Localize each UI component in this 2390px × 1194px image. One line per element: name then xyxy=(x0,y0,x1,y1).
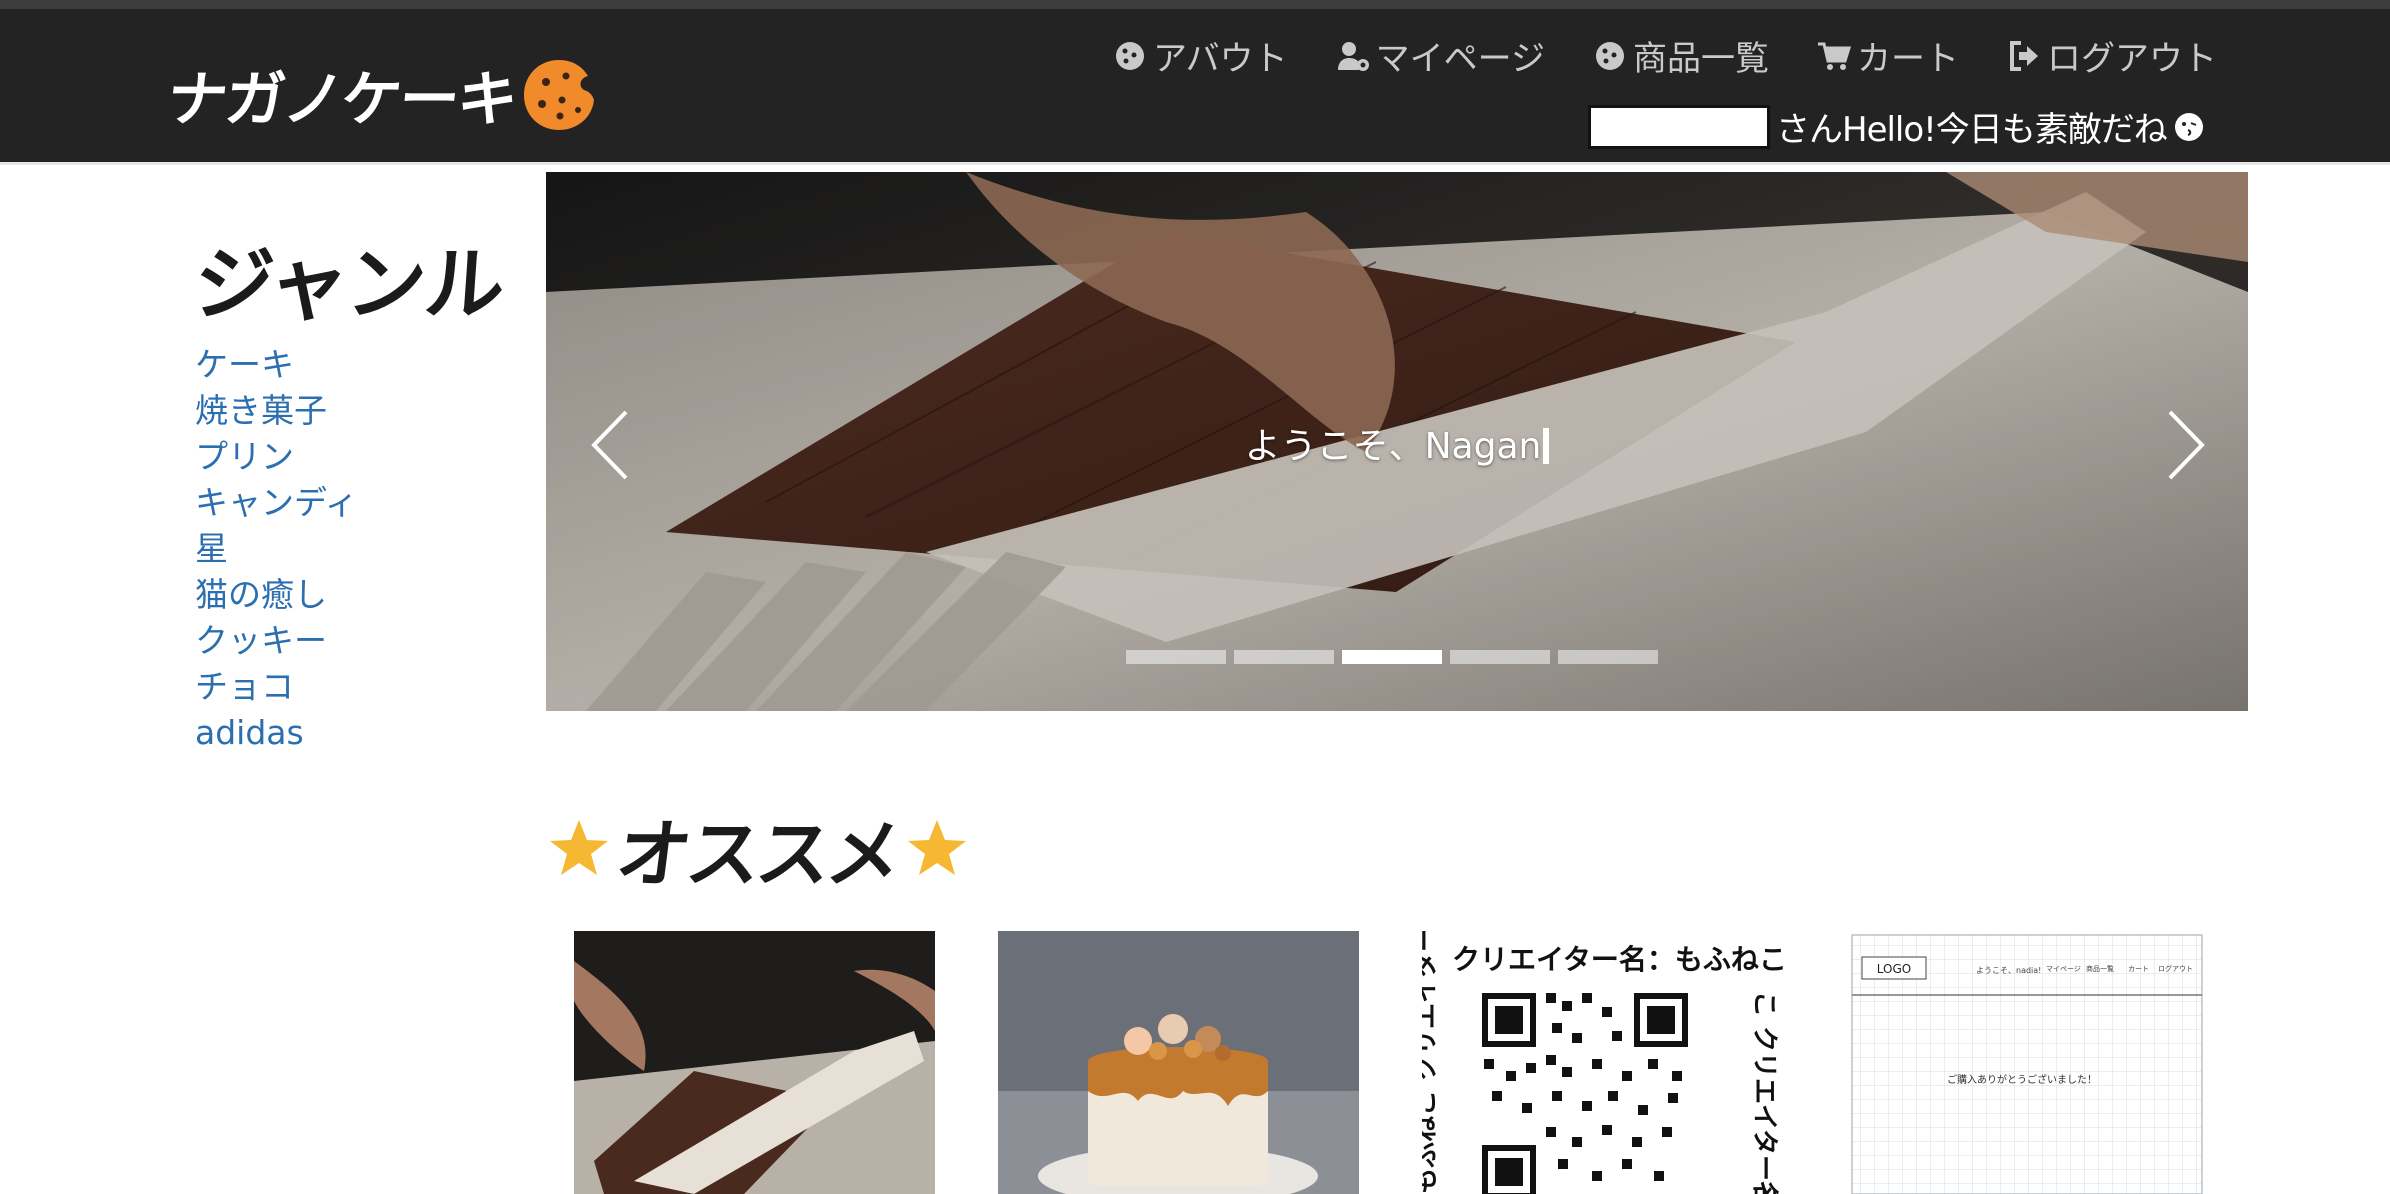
wireframe-nav-3: カート xyxy=(2128,965,2149,973)
carousel-indicator[interactable] xyxy=(1558,650,1658,664)
nav-products[interactable]: 商品一覧 xyxy=(1593,31,1769,80)
logo-text: ナガノケーキ xyxy=(163,65,520,135)
product-card-caramel-cake[interactable] xyxy=(998,931,1359,1194)
user-cog-icon xyxy=(1337,41,1369,71)
carousel-next-chevron-icon[interactable] xyxy=(2152,400,2212,490)
qr-card-side-left: もふねこ クリエイター xyxy=(1422,931,1441,1194)
genre-link[interactable]: キャンディ xyxy=(195,480,525,526)
username-box xyxy=(1588,104,1770,149)
greeting: さんHello!今日も素敵だね xyxy=(1588,102,2205,151)
wireframe-message: ご購入ありがとうございました！ xyxy=(1947,1073,2097,1086)
cookie-icon xyxy=(1116,41,1145,70)
product-card-creator-qr[interactable]: クリエイター名：もふねこ もふねこ クリエイター こ クリエイター名 xyxy=(1422,931,1783,1194)
wireframe-nav-4: ログアウト xyxy=(2158,964,2193,973)
qr-card-side-right: こ クリエイター名 xyxy=(1749,991,1780,1194)
star-icon xyxy=(550,819,608,875)
nav-mypage[interactable]: マイページ xyxy=(1336,31,1545,80)
greeting-text: さんHello!今日も素敵だね xyxy=(1776,110,2168,150)
main-nav: アバウト マイページ 商品一覧 カート ログアウト xyxy=(1113,31,2217,80)
nav-products-label: 商品一覧 xyxy=(1633,39,1769,79)
window-top-strip xyxy=(0,0,2390,9)
product-image-wireframe: LOGO ようこそ、nadia! マイページ 商品一覧 カート ログアウト ご購… xyxy=(1851,934,2203,1194)
qr-card-top-text: クリエイター名：もふねこ xyxy=(1452,943,1783,976)
carousel-indicator[interactable] xyxy=(1234,650,1334,664)
carousel-indicator[interactable] xyxy=(1126,650,1226,664)
wireframe-nav-1: マイページ xyxy=(2046,965,2081,973)
carousel-indicator-active[interactable] xyxy=(1342,650,1442,664)
genre-list: ケーキ 焼き菓子 プリン キャンディ 星 猫の癒し クッキー チョコ adida… xyxy=(195,342,525,756)
nav-logout-label: ログアウト xyxy=(2047,39,2217,79)
cookie-logo-icon xyxy=(524,59,594,130)
hero-carousel: ようこそ、Nagan xyxy=(546,172,2248,711)
genre-link[interactable]: 焼き菓子 xyxy=(195,388,525,434)
product-card-wireframe[interactable]: LOGO ようこそ、nadia! マイページ 商品一覧 カート ログアウト ご購… xyxy=(1846,931,2207,1194)
product-image-qr-code: クリエイター名：もふねこ もふねこ クリエイター こ クリエイター名 xyxy=(1422,931,1783,1194)
carousel-caption: ようこそ、Nagan xyxy=(546,417,2248,469)
carousel-caption-text: ようこそ、Nagan xyxy=(1244,426,1542,467)
star-icon xyxy=(908,819,966,875)
nav-about[interactable]: アバウト xyxy=(1113,31,1288,80)
nav-mypage-label: マイページ xyxy=(1375,39,1545,79)
carousel-prev-chevron-icon[interactable] xyxy=(584,400,644,490)
genre-link[interactable]: プリン xyxy=(195,434,525,480)
genre-link[interactable]: 猫の癒し xyxy=(195,572,525,618)
text-cursor xyxy=(1543,428,1550,464)
wireframe-nav-2: 商品一覧 xyxy=(2086,964,2114,973)
site-logo[interactable]: ナガノケーキ xyxy=(164,51,598,138)
product-image-chocolate-sheet xyxy=(574,931,935,1194)
wireframe-logo: LOGO xyxy=(1877,962,1911,976)
product-card-chocolate[interactable] xyxy=(574,931,935,1194)
carousel-indicators xyxy=(1126,650,1658,664)
genre-heading: ジャンル xyxy=(191,238,506,331)
site-header: ナガノケーキ アバウト マイページ 商品一覧 カート ログアウト さんHello… xyxy=(0,9,2390,165)
product-image-caramel-cake xyxy=(998,931,1359,1194)
nav-logout[interactable]: ログアウト xyxy=(2007,31,2217,80)
recommend-title: オススメ xyxy=(611,812,904,898)
genre-link[interactable]: 星 xyxy=(195,526,525,572)
genre-link[interactable]: クッキー xyxy=(195,618,525,664)
cookie-icon xyxy=(1596,41,1624,70)
kiss-emoji-icon xyxy=(2174,112,2203,141)
genre-link[interactable]: チョコ xyxy=(195,664,525,710)
recommend-heading: オススメ xyxy=(546,795,970,902)
genre-link[interactable]: ケーキ xyxy=(195,342,525,388)
genre-sidebar: ジャンル ケーキ 焼き菓子 プリン キャンディ 星 猫の癒し クッキー チョコ … xyxy=(191,220,525,756)
recommend-products: クリエイター名：もふねこ もふねこ クリエイター こ クリエイター名 LOGO … xyxy=(574,931,2207,1194)
cart-icon xyxy=(1818,42,1851,70)
carousel-indicator[interactable] xyxy=(1450,650,1550,664)
nav-about-label: アバウト xyxy=(1153,39,1288,79)
nav-cart[interactable]: カート xyxy=(1817,31,1959,80)
genre-link[interactable]: adidas xyxy=(195,710,525,756)
logout-icon xyxy=(2010,40,2038,71)
nav-cart-label: カート xyxy=(1857,39,1959,79)
wireframe-nav-0: ようこそ、nadia! xyxy=(1976,966,2041,975)
